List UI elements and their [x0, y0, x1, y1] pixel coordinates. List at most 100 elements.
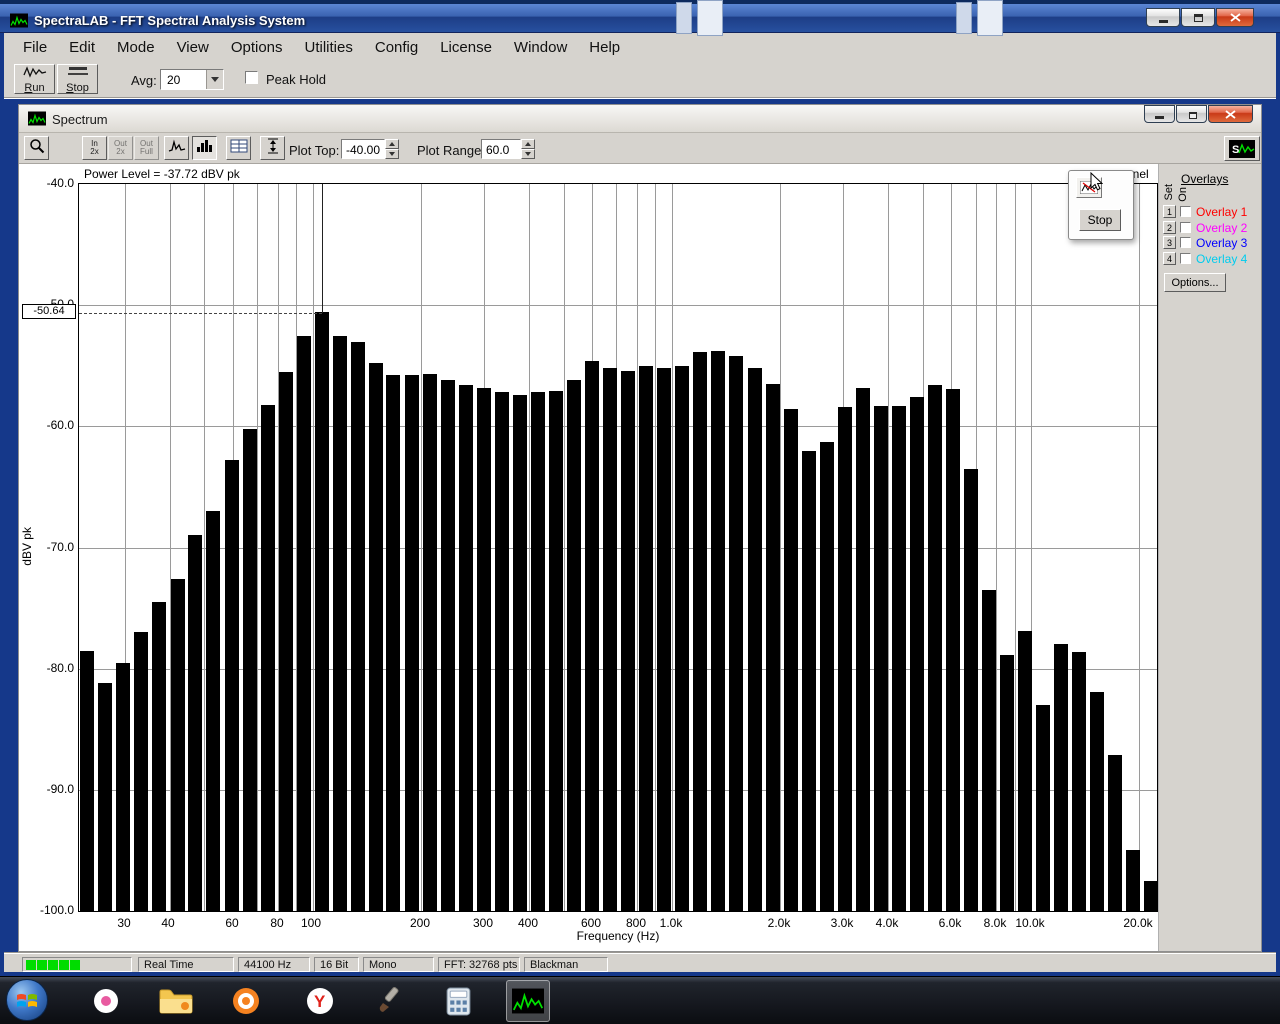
chevron-down-icon[interactable] [206, 70, 223, 89]
data-table-icon [230, 139, 248, 158]
overlay-row-3: 3 Overlay 3 [1163, 236, 1259, 251]
spin-up-icon[interactable] [521, 139, 535, 149]
background-window-fragment [956, 2, 972, 34]
spectrum-bar [422, 374, 437, 911]
menu-item-file[interactable]: File [12, 39, 58, 56]
spectrum-minimize-button[interactable] [1144, 105, 1175, 123]
minimize-icon [1158, 19, 1168, 23]
avg-label: Avg: [131, 73, 157, 88]
x-tick-label: 60 [225, 916, 239, 930]
maximize-button[interactable] [1181, 8, 1215, 27]
bar-display-button[interactable] [192, 136, 217, 160]
level-meter [22, 957, 132, 972]
background-window-fragment [697, 0, 723, 36]
menu-item-window[interactable]: Window [503, 39, 578, 56]
overlay-4-checkbox[interactable] [1180, 252, 1191, 264]
menu-item-utilities[interactable]: Utilities [294, 39, 364, 56]
overlay-3-checkbox[interactable] [1180, 237, 1191, 248]
x-tick-label: 600 [580, 916, 602, 930]
spectrum-bar [278, 371, 293, 911]
minimize-button[interactable] [1146, 8, 1180, 27]
windows-flag-icon [17, 994, 37, 1007]
spectrum-restore-button[interactable] [1176, 105, 1207, 123]
taskbar-app-messenger[interactable] [84, 980, 128, 1022]
spectrum-bar [513, 394, 527, 911]
overlay-set-1-button[interactable]: 1 [1163, 205, 1176, 218]
overlay-1-checkbox[interactable] [1180, 206, 1191, 217]
overlays-panel: Overlays Set On 1 Overlay 1 2 Overlay 2 3 Ove… [1158, 164, 1261, 951]
overlay-3-label: Overlay 3 [1196, 236, 1248, 250]
overlay-2-checkbox[interactable] [1180, 221, 1191, 233]
line-display-icon [168, 138, 186, 158]
spectrum-bar [621, 370, 636, 911]
menu-item-license[interactable]: License [429, 39, 503, 56]
menu-item-options[interactable]: Options [220, 39, 294, 56]
spectralab-logo-button[interactable]: S [1224, 136, 1260, 161]
overlay-options-button[interactable]: Options... [1164, 273, 1226, 292]
overlay-set-4-button[interactable]: 4 [1163, 251, 1176, 265]
taskbar-app-calculator[interactable] [436, 980, 480, 1022]
spectrum-bar [927, 385, 942, 911]
zoom-out-full-button[interactable]: Out Full [134, 136, 159, 160]
zoom-tool-button[interactable] [24, 136, 49, 160]
menu-item-edit[interactable]: Edit [58, 39, 106, 56]
start-button[interactable] [6, 979, 48, 1021]
spectrum-bar [675, 365, 690, 911]
peak-hold-checkbox[interactable] [245, 71, 258, 84]
gridline-horizontal [79, 426, 1157, 428]
zoom-out-2x-button[interactable]: Out 2x [108, 136, 133, 160]
svg-text:S: S [1232, 144, 1239, 156]
taskbar-app-spectralab[interactable] [506, 980, 550, 1022]
run-button[interactable]: Run [14, 64, 55, 94]
x-tick-label: 10.0k [1015, 916, 1045, 930]
spectrum-bar [206, 511, 221, 911]
spectrum-close-button[interactable] [1208, 105, 1253, 123]
taskbar-app-image-editor[interactable] [368, 980, 412, 1022]
line-display-button[interactable] [164, 136, 189, 160]
taskbar-app-mediaplayer[interactable] [224, 980, 268, 1022]
spectrum-bar [314, 312, 329, 911]
stop-button[interactable]: Stop [57, 64, 98, 94]
plot-top-input[interactable]: -40.00 [341, 139, 385, 159]
autoscale-vertical-button[interactable] [260, 136, 285, 160]
overlay-set-2-button[interactable]: 2 [1163, 220, 1176, 234]
zoom-in-2x-button[interactable]: In 2x [82, 136, 107, 160]
spectrum-titlebar[interactable]: Spectrum [19, 105, 1261, 133]
y-tick-label: -100.0 [39, 903, 74, 917]
avg-select[interactable]: 20 [160, 69, 224, 90]
app-icon [10, 13, 28, 28]
x-tick-label: 200 [409, 916, 431, 930]
y-tick-label: -60.0 [46, 418, 74, 432]
spectrum-chart[interactable] [78, 183, 1158, 912]
taskbar-app-yandex-browser[interactable]: Y [298, 980, 342, 1022]
plot-range-spinner[interactable] [521, 139, 535, 159]
spectrum-bar [819, 442, 834, 911]
overlays-on-header: On [1177, 187, 1189, 202]
spectrum-bar [476, 387, 491, 911]
spectrum-bar [242, 428, 257, 911]
menu-item-mode[interactable]: Mode [106, 39, 166, 56]
plot-range-input[interactable]: 60.0 [481, 139, 521, 159]
float-stop-button[interactable]: Stop [1079, 209, 1121, 231]
overlay-set-3-button[interactable]: 3 [1163, 236, 1176, 249]
peak-marker-label: -50.64 [22, 304, 76, 319]
taskbar-app-explorer[interactable] [154, 980, 198, 1022]
spectrum-bar [531, 392, 546, 911]
plot-top-spinner[interactable] [385, 139, 399, 159]
x-tick-label: 3.0k [830, 916, 854, 930]
spin-down-icon[interactable] [385, 149, 399, 159]
menu-item-config[interactable]: Config [364, 39, 429, 56]
menu-item-help[interactable]: Help [578, 39, 631, 56]
y-tick-label: -70.0 [46, 540, 74, 554]
titlebar[interactable]: SpectraLAB - FFT Spectral Analysis Syste… [0, 0, 1280, 33]
spectrum-bar [296, 335, 311, 911]
menubar: File Edit Mode View Options Utilities Config Li… [4, 33, 1276, 61]
spectralab-logo-icon: S [1229, 139, 1255, 158]
close-button[interactable] [1216, 8, 1254, 27]
autoscale-vertical-icon [267, 138, 279, 159]
menu-item-view[interactable]: View [166, 39, 220, 56]
overlay-row-2: 2 Overlay 2 [1163, 220, 1259, 236]
data-table-button[interactable] [226, 136, 251, 160]
spin-up-icon[interactable] [385, 139, 399, 149]
spin-down-icon[interactable] [521, 149, 535, 159]
